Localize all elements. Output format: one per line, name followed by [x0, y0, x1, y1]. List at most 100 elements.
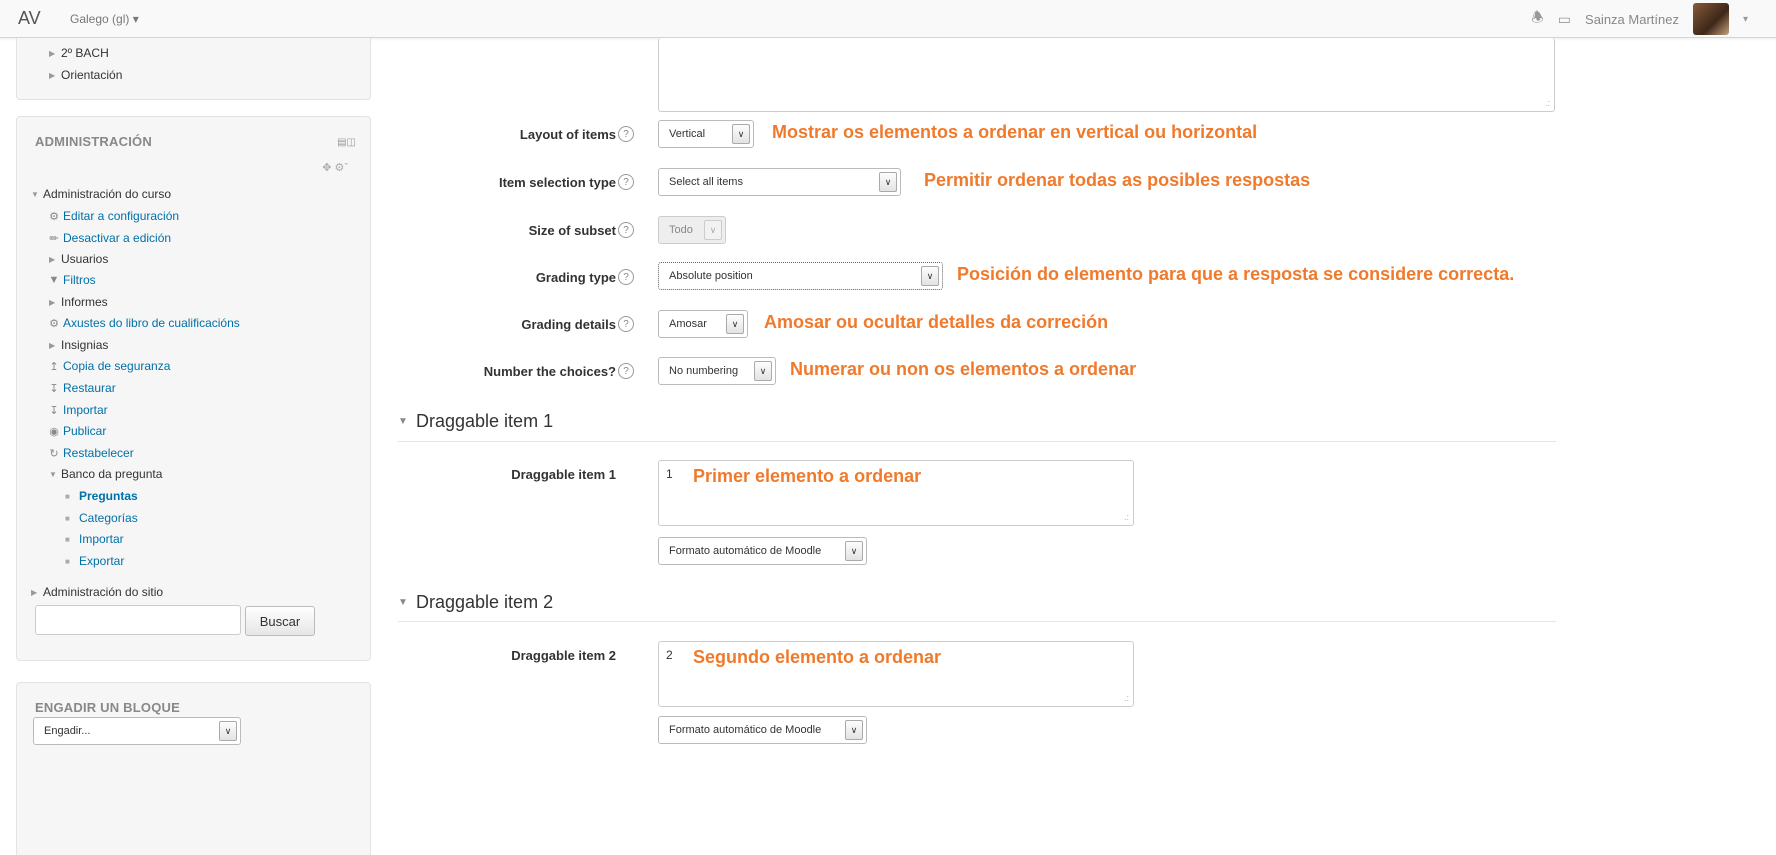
selection-type-label: Item selection type — [498, 175, 616, 190]
expand-triangle-icon: ▶ — [49, 297, 56, 307]
chat-bubble-icon[interactable]: ▭ — [1558, 11, 1571, 28]
sidebar-item-badges[interactable]: ▶ Insignias — [49, 338, 108, 352]
collapse-triangle-icon: ▼ — [49, 469, 57, 479]
sidebar-item-reset[interactable]: ↻ Restabelecer — [45, 446, 133, 460]
expand-triangle-icon: ▶ — [49, 48, 56, 58]
nav-item-2-bach[interactable]: ▶ 2º BACH — [49, 46, 109, 60]
sidebar-item-questions[interactable]: ■ Preguntas — [65, 489, 138, 503]
sidebar-item-import[interactable]: ↧ Importar — [45, 403, 107, 417]
subset-size-label: Size of subset — [528, 223, 616, 238]
draggable-item-1-label: Draggable item 1 — [511, 467, 616, 482]
grading-details-select[interactable]: Amosar ∨ — [658, 310, 748, 338]
block-title: ADMINISTRACIÓN — [35, 134, 152, 149]
layout-select[interactable]: Vertical ∨ — [658, 120, 754, 148]
sidebar-item-question-bank[interactable]: ▼ Banco da pregunta — [49, 467, 162, 481]
reset-icon: ↻ — [49, 447, 59, 460]
section-divider — [398, 441, 1556, 442]
help-icon[interactable]: ? — [618, 316, 634, 332]
help-icon[interactable]: ? — [618, 269, 634, 285]
annotation-item-2: Segundo elemento a ordenar — [693, 647, 942, 667]
selection-type-select[interactable]: Select all items ∨ — [658, 168, 901, 196]
numbering-select[interactable]: No numbering ∨ — [658, 357, 776, 385]
site-admin-node[interactable]: ▶ Administración do sitio — [31, 585, 163, 599]
download-icon: ↧ — [49, 404, 59, 417]
resize-handle-icon[interactable]: .: — [1124, 693, 1129, 703]
bell-icon[interactable]: 🕭 — [1531, 7, 1544, 31]
expand-triangle-icon: ▶ — [49, 340, 56, 350]
chevron-down-icon: ∨ — [704, 220, 722, 240]
help-icon[interactable]: ? — [618, 363, 634, 379]
section-divider — [398, 621, 1556, 622]
nav-item-orientacion[interactable]: ▶ Orientación — [49, 68, 122, 82]
annotation-numbering: Numerar ou non os elementos a ordenar — [790, 359, 1137, 379]
sidebar-item-bank-import[interactable]: ■ Importar — [65, 532, 124, 546]
dock-icon[interactable]: ▤◫ — [337, 137, 356, 148]
grading-type-label: Grading type — [535, 270, 616, 285]
collapse-triangle-icon: ▼ — [398, 416, 408, 427]
search-button[interactable]: Buscar — [245, 606, 315, 636]
top-navbar: AV Galego (gl) ▾ 🕭 ▭ Sainza Martínez ▾ — [0, 0, 1776, 38]
annotation-layout: Mostrar os elementos a ordenar en vertic… — [772, 122, 1258, 142]
expand-triangle-icon: ▶ — [49, 70, 56, 80]
sidebar-item-gradebook-settings[interactable]: ⚙ Axustes do libro de cualificacións — [45, 316, 240, 330]
grading-details-label: Grading details — [521, 317, 616, 332]
bullet-icon: ■ — [65, 556, 70, 566]
admin-search-input[interactable] — [35, 605, 241, 635]
user-menu-area: 🕭 ▭ Sainza Martínez ▾ — [1531, 0, 1748, 38]
chevron-down-icon: ∨ — [732, 124, 750, 144]
user-menu-caret[interactable]: ▾ — [1743, 14, 1748, 25]
section-draggable-item-2[interactable]: ▼ Draggable item 2 — [398, 592, 553, 613]
grading-type-select[interactable]: Absolute position ∨ — [658, 262, 943, 290]
collapse-triangle-icon: ▼ — [398, 597, 408, 608]
filter-icon: ▼ — [48, 274, 60, 286]
chevron-down-icon: ∨ — [219, 721, 237, 741]
annotation-item-1: Primer elemento a ordenar — [693, 466, 922, 486]
layout-label: Layout of items — [519, 127, 616, 142]
format-select-item-2[interactable]: Formato automático de Moodle ∨ — [658, 716, 867, 744]
upload-icon: ↥ — [49, 360, 59, 373]
help-icon[interactable]: ? — [618, 222, 634, 238]
sidebar-item-restore[interactable]: ↧ Restaurar — [45, 381, 115, 395]
resize-handle-icon[interactable]: .: — [1124, 512, 1129, 522]
course-admin-node[interactable]: ▼ Administración do curso — [31, 187, 171, 201]
collapse-triangle-icon: ▼ — [31, 189, 39, 199]
annotation-selection: Permitir ordenar todas as posibles respo… — [924, 170, 1311, 190]
add-block-select[interactable]: Engadir... ∨ — [33, 717, 241, 745]
sidebar-item-bank-export[interactable]: ■ Exportar — [65, 554, 124, 568]
language-menu[interactable]: Galego (gl) ▾ — [70, 12, 139, 26]
block-title: ENGADIR UN BLOQUE — [35, 700, 180, 715]
add-block-panel: ENGADIR UN BLOQUE Engadir... ∨ — [16, 682, 371, 855]
chevron-down-icon: ∨ — [879, 172, 897, 192]
sidebar-item-users[interactable]: ▶ Usuarios — [49, 252, 108, 266]
bullet-icon: ■ — [65, 491, 70, 501]
sidebar-item-backup[interactable]: ↥ Copia de seguranza — [45, 359, 170, 373]
chevron-down-icon: ∨ — [754, 361, 772, 381]
move-gear-icon[interactable]: ✥ ⚙ˇ — [322, 161, 348, 174]
format-select-item-1[interactable]: Formato automático de Moodle ∨ — [658, 537, 867, 565]
sidebar-item-publish[interactable]: ◉ Publicar — [45, 424, 106, 438]
subset-size-select: Todo ∨ — [658, 216, 726, 244]
section-draggable-item-1[interactable]: ▼ Draggable item 1 — [398, 411, 553, 432]
numbering-label: Number the choices? — [483, 364, 616, 379]
chevron-down-icon: ∨ — [845, 720, 863, 740]
gear-icon: ⚙ — [49, 317, 59, 330]
site-brand[interactable]: AV — [18, 8, 41, 29]
help-icon[interactable]: ? — [618, 126, 634, 142]
navigation-block: ▶ 2º BACH ▶ Orientación — [16, 38, 371, 100]
sidebar-item-categories[interactable]: ■ Categorías — [65, 511, 138, 525]
sidebar-item-edit-off[interactable]: ✏ Desactivar a edición — [45, 231, 171, 245]
sidebar-item-filters[interactable]: ▼ Filtros — [45, 273, 96, 287]
pencil-icon: ✏ — [49, 232, 59, 245]
user-name[interactable]: Sainza Martínez — [1585, 12, 1679, 27]
sidebar-item-edit-settings[interactable]: ⚙ Editar a configuración — [45, 209, 179, 223]
bullet-icon: ■ — [65, 534, 70, 544]
resize-handle-icon[interactable]: .: — [1545, 98, 1550, 108]
sidebar-item-reports[interactable]: ▶ Informes — [49, 295, 108, 309]
chevron-down-icon: ∨ — [726, 314, 744, 334]
gear-icon: ⚙ — [49, 210, 59, 223]
help-icon[interactable]: ? — [618, 174, 634, 190]
avatar[interactable] — [1692, 3, 1729, 35]
bullet-icon: ■ — [65, 513, 70, 523]
general-feedback-textarea[interactable]: .: — [658, 38, 1555, 112]
chevron-down-icon: ∨ — [921, 266, 939, 286]
